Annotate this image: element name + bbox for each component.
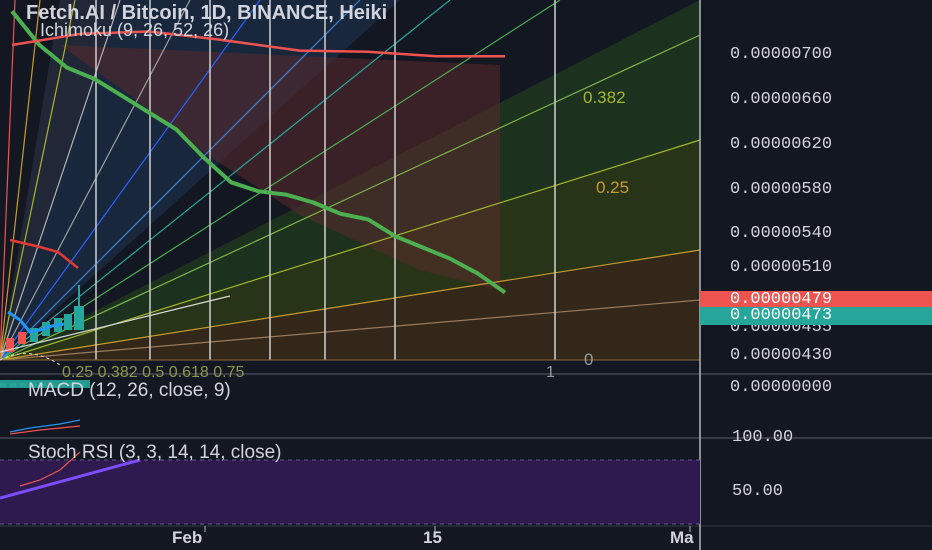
candle xyxy=(64,314,72,330)
rsi-axis-mid: 50.00 xyxy=(732,482,784,501)
macd-axis-label: 0.00000000 xyxy=(730,378,833,397)
price-tick: 0.00000510 xyxy=(730,258,833,277)
rsi-axis-top: 100.00 xyxy=(732,428,794,447)
price-tick: 0.00000580 xyxy=(730,180,833,199)
price-tick: 0.00000660 xyxy=(730,90,833,109)
time-label-15: 15 xyxy=(423,528,442,547)
chart-window: Fetch.AI / Bitcoin, 1D, BINANCE, Heiki I… xyxy=(0,0,932,550)
price-tick: 0.00000540 xyxy=(730,224,833,243)
fib-label-0382: 0.382 xyxy=(583,88,626,107)
price-tick: 0.00000620 xyxy=(730,135,833,154)
stoch-rsi-legend[interactable]: Stoch RSI (3, 3, 14, 14, close) xyxy=(28,442,281,464)
candle xyxy=(74,306,84,330)
fib-label-025: 0.25 xyxy=(596,178,630,197)
second-price-badge: 0.00000473 xyxy=(700,307,932,325)
time-label-ma: Ma xyxy=(670,528,694,547)
price-tick: 0.00000700 xyxy=(730,45,833,64)
candle xyxy=(18,332,26,344)
fib-time-label-one: 1 xyxy=(546,364,555,381)
time-label-feb: Feb xyxy=(172,528,203,547)
fib-label-zero: 0 xyxy=(584,350,594,369)
macd-legend[interactable]: MACD (12, 26, close, 9) xyxy=(28,380,231,402)
price-tick: 0.00000430 xyxy=(730,346,833,365)
ichimoku-legend[interactable]: Ichimoku (9, 26, 52, 26) xyxy=(40,20,229,41)
